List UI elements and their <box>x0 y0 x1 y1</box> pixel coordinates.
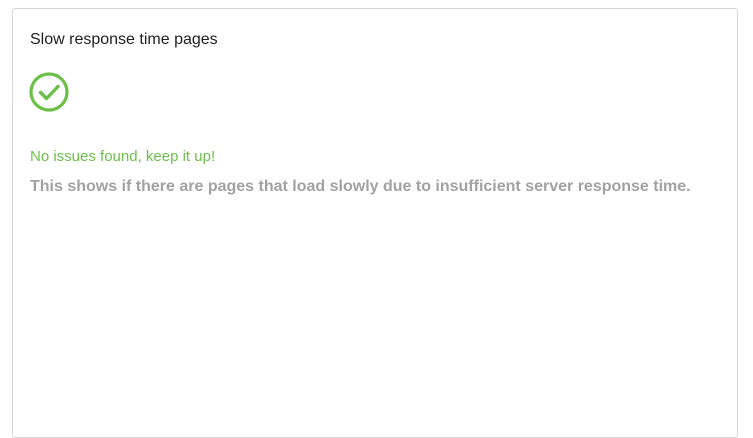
check-circle-icon <box>28 71 70 113</box>
status-message: No issues found, keep it up! <box>30 148 216 165</box>
slow-response-card: Slow response time pages No issues found… <box>12 8 738 438</box>
card-title: Slow response time pages <box>30 31 218 48</box>
description-text: This shows if there are pages that load … <box>30 178 691 195</box>
